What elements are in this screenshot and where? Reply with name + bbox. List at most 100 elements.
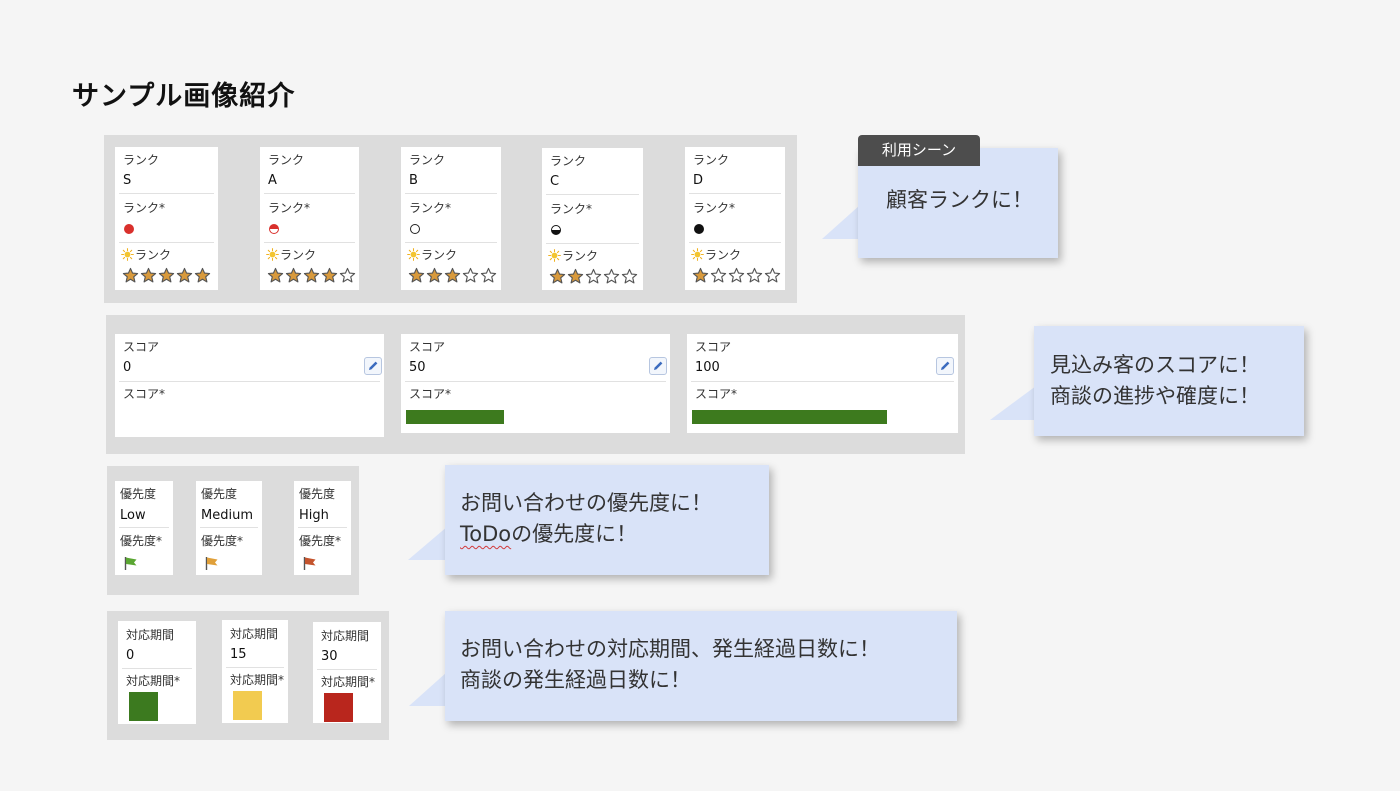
- star-empty-icon: [462, 267, 479, 283]
- period-card: 対応期間 30 対応期間*: [313, 622, 381, 723]
- score-bar-field-label: スコア*: [409, 387, 452, 401]
- rank-star-label-text: ランク: [135, 248, 172, 262]
- star-filled-icon: [158, 267, 175, 283]
- star-rating: [408, 267, 497, 284]
- period-value: 15: [230, 647, 247, 662]
- star-empty-icon: [728, 267, 745, 283]
- divider: [119, 381, 380, 382]
- divider: [405, 381, 666, 382]
- divider: [119, 193, 214, 194]
- period-callout: お問い合わせの対応期間、発生経過日数に！ 商談の発生経過日数に！: [445, 611, 957, 721]
- star-empty-icon: [710, 267, 727, 283]
- star-filled-icon: [303, 267, 320, 283]
- star-rating: [267, 267, 356, 284]
- edit-pencil-icon[interactable]: [364, 357, 382, 375]
- score-card: スコア 100 スコア*: [687, 334, 958, 433]
- rank-field-label: ランク: [268, 153, 305, 167]
- todo-word: ToDo: [460, 522, 512, 546]
- divider: [405, 242, 497, 243]
- divider: [405, 193, 497, 194]
- score-callout-line-1: 見込み客のスコアに！: [1050, 353, 1260, 377]
- star-empty-icon: [480, 267, 497, 283]
- divider: [119, 242, 214, 243]
- rank-star-field-label: ランク: [691, 246, 741, 263]
- priority-flag-icon: [303, 557, 316, 570]
- rank-dot-icon: [551, 225, 561, 235]
- divider: [122, 668, 192, 669]
- divider: [226, 667, 284, 668]
- priority-flag-field-label: 優先度*: [120, 534, 163, 548]
- divider: [264, 193, 355, 194]
- rank-value: S: [123, 173, 132, 188]
- score-progress-bar: [692, 410, 887, 424]
- period-value: 0: [126, 648, 135, 663]
- rank-dot-field-label: ランク*: [550, 202, 593, 216]
- rank-card: ランク S ランク* ランク: [115, 147, 218, 290]
- edit-pencil-icon[interactable]: [649, 357, 667, 375]
- score-field-label: スコア: [695, 340, 732, 354]
- star-rating: [692, 267, 781, 284]
- period-callout-line-2: 商談の発生経過日数に！: [460, 668, 691, 692]
- sun-icon: [407, 248, 420, 261]
- star-filled-icon: [122, 267, 139, 283]
- period-color-swatch: [324, 693, 353, 722]
- rank-star-field-label: ランク: [266, 246, 316, 263]
- star-filled-icon: [176, 267, 193, 283]
- divider: [119, 527, 169, 528]
- star-rating: [549, 268, 638, 285]
- priority-callout-line-2: ToDoの優先度に！: [460, 519, 769, 550]
- rank-field-label: ランク: [693, 153, 730, 167]
- rank-card: ランク A ランク* ランク: [260, 147, 359, 290]
- rank-star-label-text: ランク: [280, 248, 317, 262]
- score-bar-field-label: スコア*: [123, 387, 166, 401]
- priority-callout: お問い合わせの優先度に！ ToDoの優先度に！: [445, 465, 769, 575]
- score-value: 50: [409, 360, 426, 375]
- rank-card: ランク B ランク* ランク: [401, 147, 501, 290]
- score-card: スコア 50 スコア*: [401, 334, 670, 433]
- priority-field-label: 優先度: [299, 487, 336, 501]
- star-filled-icon: [567, 268, 584, 284]
- score-value: 0: [123, 360, 132, 375]
- rank-dot-field-label: ランク*: [693, 201, 736, 215]
- rank-dot-icon: [694, 224, 704, 234]
- rank-dot-field-label: ランク*: [268, 201, 311, 215]
- period-color-field-label: 対応期間*: [126, 674, 181, 688]
- star-empty-icon: [764, 267, 781, 283]
- priority-field-label: 優先度: [201, 487, 238, 501]
- sun-icon: [266, 248, 279, 261]
- score-callout-line-2: 商談の進捗や確度に！: [1050, 384, 1260, 408]
- star-filled-icon: [426, 267, 443, 283]
- score-progress-bar: [406, 410, 504, 424]
- rank-dot-field-label: ランク*: [409, 201, 452, 215]
- rank-star-label-text: ランク: [705, 248, 742, 262]
- star-empty-icon: [585, 268, 602, 284]
- priority-card: 優先度 Medium 優先度*: [196, 481, 262, 575]
- score-field-label: スコア: [123, 340, 160, 354]
- priority-callout-line-2-rest: の優先度に！: [511, 522, 638, 546]
- priority-value: Medium: [201, 508, 253, 523]
- period-callout-line-1: お問い合わせの対応期間、発生経過日数に！: [460, 637, 880, 661]
- star-filled-icon: [549, 268, 566, 284]
- rank-value: C: [550, 174, 560, 189]
- priority-field-label: 優先度: [120, 487, 157, 501]
- divider: [200, 527, 258, 528]
- period-callout-tail: [409, 672, 447, 706]
- edit-pencil-icon[interactable]: [936, 357, 954, 375]
- star-empty-icon: [603, 268, 620, 284]
- rank-value: D: [693, 173, 704, 188]
- period-color-swatch: [129, 692, 158, 721]
- priority-callout-tail: [408, 526, 448, 560]
- divider: [689, 193, 781, 194]
- rank-star-field-label: ランク: [407, 246, 457, 263]
- divider: [691, 381, 954, 382]
- priority-card: 優先度 Low 優先度*: [115, 481, 173, 575]
- score-value: 100: [695, 360, 720, 375]
- period-card: 対応期間 0 対応期間*: [118, 621, 196, 724]
- divider: [264, 242, 355, 243]
- star-filled-icon: [140, 267, 157, 283]
- rank-card: ランク D ランク* ランク: [685, 147, 785, 290]
- star-filled-icon: [692, 267, 709, 283]
- divider: [689, 242, 781, 243]
- score-field-label: スコア: [409, 340, 446, 354]
- star-filled-icon: [194, 267, 211, 283]
